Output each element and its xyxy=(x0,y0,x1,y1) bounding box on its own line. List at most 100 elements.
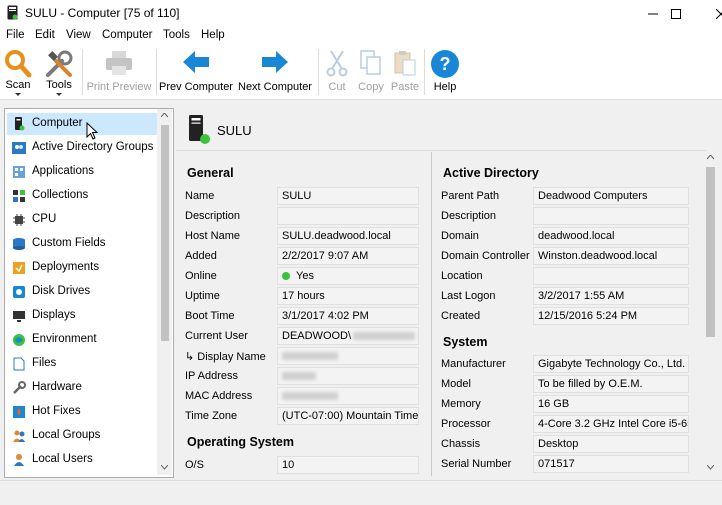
details-scroll-thumb[interactable] xyxy=(706,167,715,337)
field-label: Domain Controller xyxy=(441,250,530,262)
field-value[interactable]: 10 xyxy=(277,456,419,474)
nav-item-applications[interactable]: Applications xyxy=(7,161,157,183)
field-label: Boot Time xyxy=(185,310,235,322)
field-label: IP Address xyxy=(185,370,238,382)
status-bar xyxy=(0,480,722,505)
field-value[interactable]: DEADWOOD\ xyxy=(277,327,419,345)
menu-edit[interactable]: Edit xyxy=(35,29,55,41)
field-value[interactable]: 17 hours xyxy=(277,287,419,305)
scroll-up-icon[interactable] xyxy=(161,113,168,118)
field-value[interactable]: SULU.deadwood.local xyxy=(277,227,419,245)
nav-item-local-users[interactable]: Local Users xyxy=(7,449,157,471)
nav-scrollbar[interactable] xyxy=(157,109,172,475)
next-computer-button[interactable]: Next Computer xyxy=(236,45,314,99)
help-button[interactable]: ? Help xyxy=(428,45,462,99)
minimize-icon xyxy=(648,13,658,14)
menu-help[interactable]: Help xyxy=(201,29,225,41)
custom-fields-icon xyxy=(13,238,25,250)
nav-scroll-thumb[interactable] xyxy=(161,125,169,341)
nav-item-hardware[interactable]: Hardware xyxy=(7,377,157,399)
nav-item-local-groups[interactable]: Local Groups xyxy=(7,425,157,447)
field-value[interactable]: 4-Core 3.2 GHz Intel Core i5-65 xyxy=(533,415,689,433)
field-value[interactable]: Deadwood Computers xyxy=(533,187,689,205)
field-value-text: Desktop xyxy=(538,438,579,450)
field-label: Created xyxy=(441,310,481,322)
field-value[interactable]: 12/15/2016 5:24 PM xyxy=(533,307,689,325)
field-value[interactable] xyxy=(533,207,689,225)
field-value[interactable] xyxy=(277,207,419,225)
magnifier-icon xyxy=(5,50,32,78)
disk-drives-icon xyxy=(13,286,25,298)
print-preview-button[interactable]: Print Preview xyxy=(86,45,152,99)
tools-button[interactable]: Tools xyxy=(40,45,78,99)
menu-computer[interactable]: Computer xyxy=(102,29,153,41)
field-value[interactable]: 3/1/2017 4:02 PM xyxy=(277,307,419,325)
field-label: Memory xyxy=(441,398,481,410)
copy-button[interactable]: Copy xyxy=(354,45,388,99)
nav-item-cpu[interactable]: CPU xyxy=(7,209,157,231)
online-status-icon xyxy=(282,272,290,280)
close-button[interactable] xyxy=(676,0,722,27)
field-label: Location xyxy=(441,270,483,282)
field-value[interactable]: 2/2/2017 9:07 AM xyxy=(277,247,419,265)
field-value[interactable]: 071517 xyxy=(533,455,689,473)
menu-tools[interactable]: Tools xyxy=(163,29,190,41)
field-value-text: 17 hours xyxy=(282,290,325,302)
field-label: Current User xyxy=(185,330,248,342)
field-label: Last Logon xyxy=(441,290,496,302)
field-value[interactable] xyxy=(277,347,419,365)
nav-item-environment[interactable]: Environment xyxy=(7,329,157,351)
menu-bar: File Edit View Computer Tools Help xyxy=(0,27,722,45)
field-label: Description xyxy=(441,210,497,222)
field-value[interactable]: Desktop xyxy=(533,435,689,453)
paste-button[interactable]: Paste xyxy=(388,45,422,99)
computer-name-heading: SULU xyxy=(217,123,252,138)
details-scrollbar[interactable] xyxy=(702,151,719,477)
menu-view[interactable]: View xyxy=(66,29,91,41)
field-value[interactable] xyxy=(533,267,689,285)
field-value-text: Winston.deadwood.local xyxy=(538,250,658,262)
field-value[interactable]: SULU xyxy=(277,187,419,205)
field-value[interactable] xyxy=(277,387,419,405)
field-value-text: DEADWOOD\ xyxy=(282,330,352,342)
nav-item-disk-drives[interactable]: Disk Drives xyxy=(7,281,157,303)
tools-dropdown-icon xyxy=(56,93,62,96)
cut-button[interactable]: Cut xyxy=(320,45,354,99)
nav-item-hot-fixes[interactable]: Hot Fixes xyxy=(7,401,157,423)
local-groups-icon xyxy=(13,430,25,442)
scan-dropdown-icon xyxy=(15,93,21,96)
scroll-down-icon[interactable] xyxy=(707,465,714,470)
field-value[interactable]: 16 GB xyxy=(533,395,689,413)
field-value[interactable]: 3/2/2017 1:55 AM xyxy=(533,287,689,305)
field-label: Parent Path xyxy=(441,190,500,202)
nav-item-displays[interactable]: Displays xyxy=(7,305,157,327)
category-list: Computer Active Directory Groups Applica… xyxy=(4,108,174,478)
scan-button[interactable]: Scan xyxy=(2,45,34,99)
field-value[interactable]: Gigabyte Technology Co., Ltd. xyxy=(533,355,689,373)
field-value-text: Gigabyte Technology Co., Ltd. xyxy=(538,358,686,370)
minimize-button[interactable] xyxy=(630,0,676,27)
field-value[interactable]: deadwood.local xyxy=(533,227,689,245)
field-value[interactable] xyxy=(277,367,419,385)
nav-item-files[interactable]: Files xyxy=(7,353,157,375)
nav-item-custom-fields[interactable]: Custom Fields xyxy=(7,233,157,255)
field-label: Online xyxy=(185,270,217,282)
nav-item-collections[interactable]: Collections xyxy=(7,185,157,207)
field-label: Description xyxy=(185,210,241,222)
nav-item-deployments[interactable]: Deployments xyxy=(7,257,157,279)
prev-computer-button[interactable]: Prev Computer xyxy=(158,45,234,99)
menu-file[interactable]: File xyxy=(6,29,25,41)
help-icon: ? xyxy=(431,50,459,78)
nav-item-active-directory-groups[interactable]: Active Directory Groups xyxy=(7,137,157,159)
field-value[interactable]: Winston.deadwood.local xyxy=(533,247,689,265)
field-value[interactable]: To be filled by O.E.M. xyxy=(533,375,689,393)
os-section-title: Operating System xyxy=(187,435,294,449)
computer-header-icon xyxy=(189,115,210,144)
field-value[interactable]: Yes xyxy=(277,267,419,285)
scroll-down-icon[interactable] xyxy=(161,465,168,470)
field-label: Host Name xyxy=(185,230,241,242)
field-value-text: To be filled by O.E.M. xyxy=(538,378,643,390)
field-value[interactable]: (UTC-07:00) Mountain Time xyxy=(277,407,419,425)
nav-item-computer[interactable]: Computer xyxy=(7,113,157,135)
scroll-up-icon[interactable] xyxy=(707,155,714,160)
